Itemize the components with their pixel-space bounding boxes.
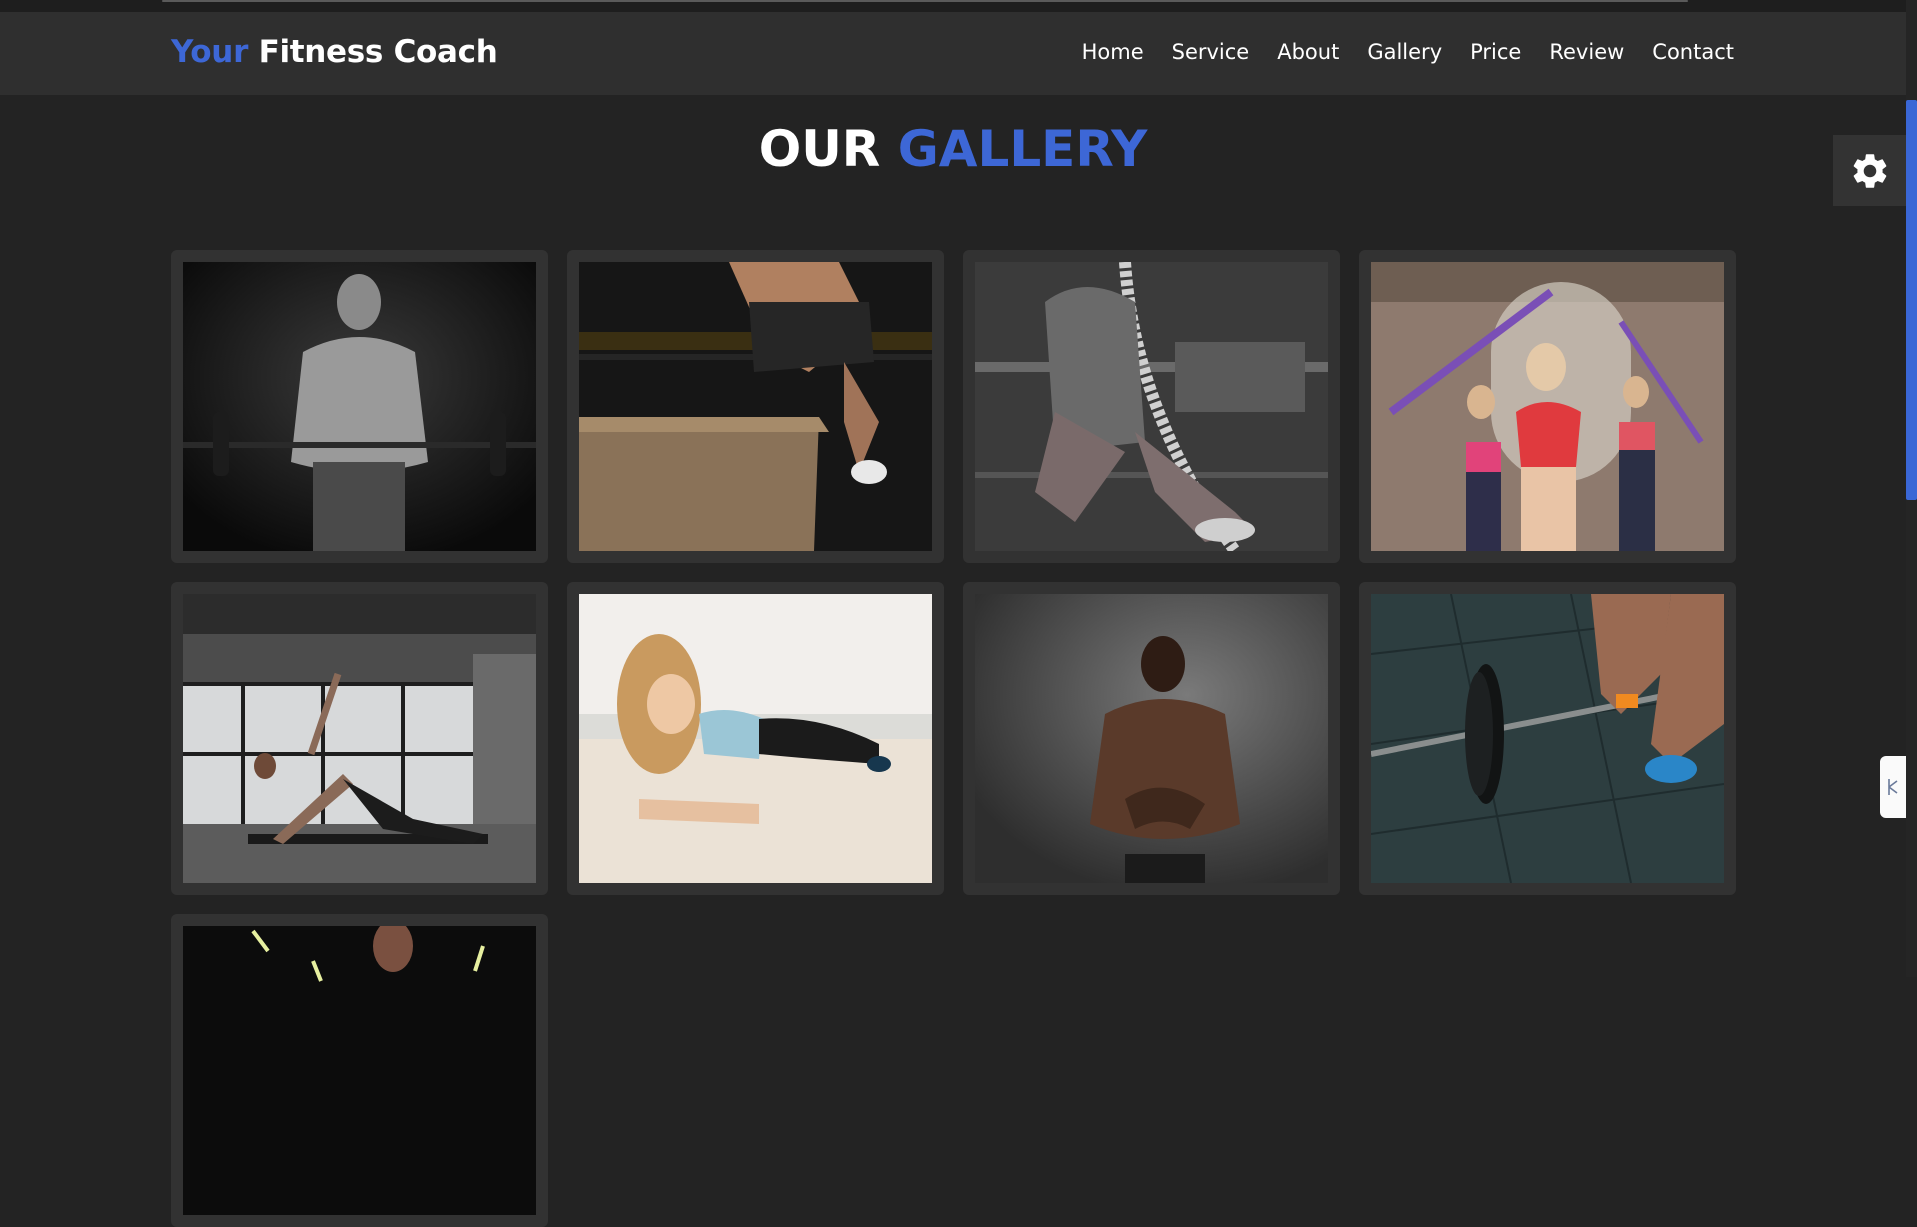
gallery-image-beach-plank[interactable] bbox=[579, 594, 932, 883]
gallery-card[interactable] bbox=[963, 582, 1340, 895]
nav-link-home[interactable]: Home bbox=[1082, 40, 1144, 64]
nav-link-contact[interactable]: Contact bbox=[1652, 40, 1734, 64]
gallery-card[interactable] bbox=[567, 582, 944, 895]
page-scrollbar[interactable] bbox=[1906, 0, 1917, 977]
logo-main-text: Fitness Coach bbox=[258, 34, 498, 70]
side-panel-tab[interactable] bbox=[1880, 756, 1906, 818]
gallery-image-gym-partial[interactable] bbox=[183, 926, 536, 1215]
nav-link-price[interactable]: Price bbox=[1470, 40, 1521, 64]
gallery-card[interactable] bbox=[171, 914, 548, 1227]
gallery-card[interactable] bbox=[567, 250, 944, 563]
gallery-card[interactable] bbox=[1359, 582, 1736, 895]
nav-link-about[interactable]: About bbox=[1277, 40, 1339, 64]
section-title-part1: OUR bbox=[758, 120, 881, 178]
gallery-card[interactable] bbox=[171, 250, 548, 563]
gallery-card[interactable] bbox=[1359, 250, 1736, 563]
gallery-image-box-jump[interactable] bbox=[579, 262, 932, 551]
gallery-image-barbell-lift[interactable] bbox=[1371, 594, 1724, 883]
gallery-card[interactable] bbox=[171, 582, 548, 895]
main-nav: Home Service About Gallery Price Review … bbox=[1082, 40, 1734, 64]
top-divider bbox=[162, 0, 1688, 2]
panel-handle-icon bbox=[1888, 779, 1898, 795]
gallery-image-side-plank[interactable] bbox=[183, 594, 536, 883]
logo-accent-text: Your bbox=[171, 34, 249, 70]
section-title: OUR GALLERY bbox=[0, 120, 1906, 178]
browser-top-strip bbox=[0, 0, 1917, 12]
gallery-image-rope-climb[interactable] bbox=[975, 262, 1328, 551]
gallery-card[interactable] bbox=[963, 250, 1340, 563]
site-header: Your Fitness Coach Home Service About Ga… bbox=[0, 12, 1906, 95]
nav-link-review[interactable]: Review bbox=[1549, 40, 1624, 64]
site-logo[interactable]: Your Fitness Coach bbox=[171, 34, 498, 70]
gallery-image-resistance-bands[interactable] bbox=[1371, 262, 1724, 551]
gallery-image-barbell-curl[interactable] bbox=[183, 262, 536, 551]
gear-icon bbox=[1853, 153, 1886, 188]
nav-link-service[interactable]: Service bbox=[1172, 40, 1250, 64]
scrollbar-thumb[interactable] bbox=[1906, 100, 1917, 500]
section-title-part2: GALLERY bbox=[897, 120, 1148, 178]
nav-link-gallery[interactable]: Gallery bbox=[1367, 40, 1442, 64]
gallery-image-muscle-pose[interactable] bbox=[975, 594, 1328, 883]
theme-settings-button[interactable] bbox=[1833, 135, 1906, 206]
